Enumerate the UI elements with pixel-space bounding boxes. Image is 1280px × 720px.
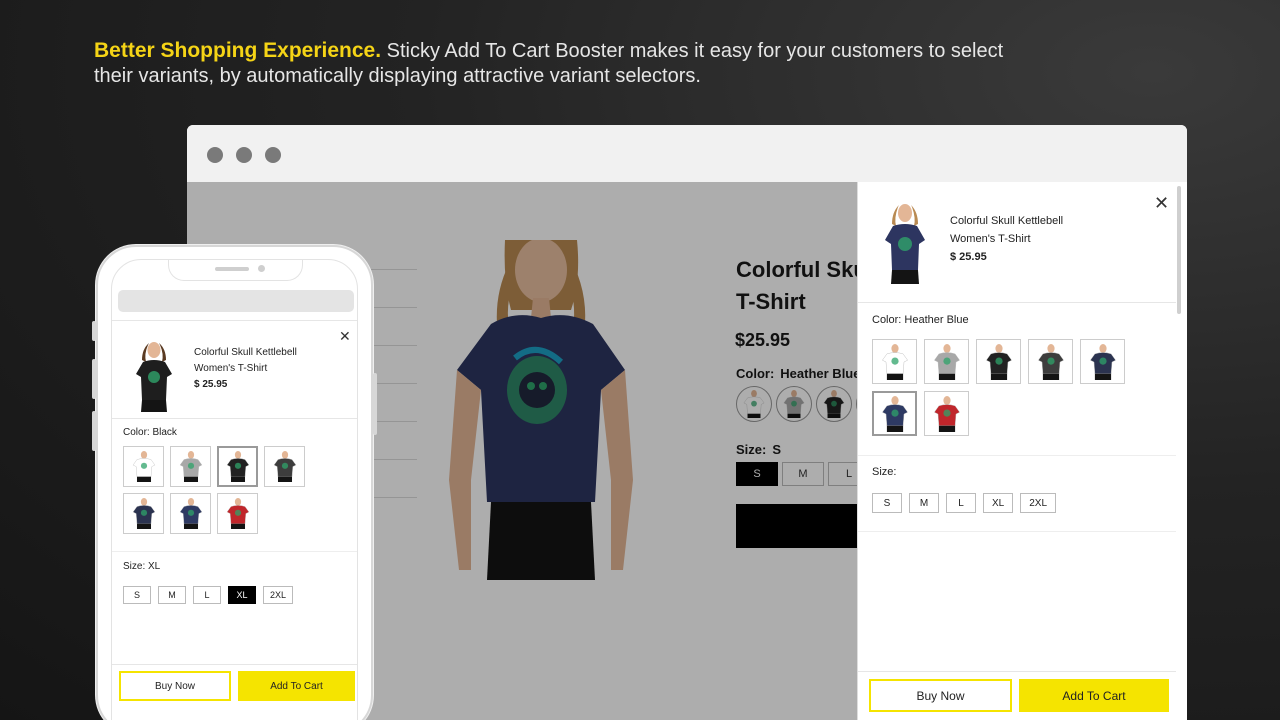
tshirt-icon — [1089, 343, 1116, 380]
drawer-product-name-1: Colorful Skull Kettlebell — [950, 215, 1064, 227]
divider — [858, 671, 1176, 672]
color-swatch[interactable] — [1028, 339, 1073, 384]
phone-actions: Buy Now Add To Cart — [119, 671, 355, 701]
size-option-l[interactable]: L — [193, 586, 221, 604]
phone-notch — [168, 260, 303, 281]
color-swatch[interactable] — [872, 339, 917, 384]
phone-address-bar[interactable] — [118, 290, 354, 312]
drawer-product-price: $ 25.95 — [950, 251, 987, 263]
headline: Better Shopping Experience. Sticky Add T… — [94, 38, 1014, 89]
phone-mute-switch — [92, 321, 96, 341]
browser-title-bar — [187, 125, 1187, 182]
phone-buy-now-button[interactable]: Buy Now — [119, 671, 231, 701]
size-option-xl[interactable]: XL — [228, 586, 256, 604]
color-swatch[interactable] — [123, 446, 164, 487]
headline-strong: Better Shopping Experience. — [94, 39, 382, 62]
drawer-color-swatches — [872, 339, 1172, 436]
phone-screen: ✕ Colorful Skull Kettlebell Women's T-Sh… — [111, 259, 358, 720]
tshirt-icon — [179, 450, 202, 483]
size-option-m[interactable]: M — [158, 586, 186, 604]
drawer-product-info: Colorful Skull Kettlebell Women's T-Shir… — [950, 212, 1063, 266]
size-option-2xl[interactable]: 2XL — [1020, 493, 1057, 513]
phone-speaker — [215, 267, 249, 271]
divider — [112, 418, 357, 419]
tshirt-icon — [881, 395, 908, 432]
divider — [112, 320, 357, 321]
phone-mockup: ✕ Colorful Skull Kettlebell Women's T-Sh… — [92, 245, 377, 720]
color-swatch[interactable] — [170, 446, 211, 487]
color-swatch[interactable] — [123, 493, 164, 534]
color-swatch[interactable] — [872, 391, 917, 436]
drawer-product-name-2: Women's T-Shirt — [950, 233, 1031, 245]
size-option-s[interactable]: S — [872, 493, 902, 513]
size-option-m[interactable]: M — [909, 493, 939, 513]
phone-power-button — [373, 373, 377, 435]
color-swatch[interactable] — [264, 446, 305, 487]
drawer-product-thumbnail — [885, 204, 925, 284]
phone-close-icon[interactable]: ✕ — [339, 329, 351, 343]
phone-size-options: S M L XL 2XL — [123, 586, 294, 604]
color-swatch[interactable] — [217, 493, 258, 534]
size-option-xl[interactable]: XL — [983, 493, 1014, 513]
tshirt-icon — [933, 343, 960, 380]
phone-camera-icon — [258, 265, 265, 272]
phone-product-price: $ 25.95 — [194, 379, 228, 390]
tshirt-icon — [273, 450, 296, 483]
drawer-size-label: Size: — [872, 466, 897, 478]
divider — [112, 664, 357, 665]
color-swatch[interactable] — [976, 339, 1021, 384]
phone-color-swatches — [123, 446, 313, 534]
color-swatch[interactable] — [924, 391, 969, 436]
drawer-buy-now-button[interactable]: Buy Now — [869, 679, 1012, 712]
tshirt-icon — [881, 343, 908, 380]
drawer-product-header: Colorful Skull Kettlebell Women's T-Shir… — [858, 182, 1176, 303]
tshirt-icon — [179, 497, 202, 530]
window-maximize-dot[interactable] — [265, 147, 281, 163]
drawer-color-label: Color: Heather Blue — [872, 314, 969, 326]
color-swatch[interactable] — [217, 446, 258, 487]
tshirt-icon — [933, 395, 960, 432]
phone-volume-down — [92, 411, 96, 451]
phone-volume-up — [92, 359, 96, 399]
window-close-dot[interactable] — [207, 147, 223, 163]
drawer-scrollbar[interactable] — [1177, 186, 1181, 314]
size-option-2xl[interactable]: 2XL — [263, 586, 294, 604]
window-minimize-dot[interactable] — [236, 147, 252, 163]
tshirt-icon — [985, 343, 1012, 380]
phone-product-name-1: Colorful Skull Kettlebell — [194, 347, 297, 358]
color-swatch[interactable] — [924, 339, 969, 384]
sticky-cart-drawer: Colorful Skull Kettlebell Women's T-Shir… — [857, 182, 1187, 720]
drawer-actions: Buy Now Add To Cart — [869, 679, 1169, 712]
size-option-l[interactable]: L — [946, 493, 976, 513]
divider — [858, 455, 1176, 456]
divider — [112, 551, 357, 552]
drawer-add-to-cart-button[interactable]: Add To Cart — [1019, 679, 1169, 712]
color-swatch[interactable] — [170, 493, 211, 534]
tshirt-icon — [226, 450, 249, 483]
drawer-close-icon[interactable]: ✕ — [1154, 194, 1169, 212]
phone-size-label: Size: XL — [123, 561, 161, 572]
phone-product-name-2: Women's T-Shirt — [194, 363, 268, 374]
tshirt-icon — [132, 450, 155, 483]
phone-color-label: Color: Black — [123, 427, 177, 438]
drawer-size-options: S M L XL 2XL — [872, 493, 1057, 513]
color-swatch[interactable] — [1080, 339, 1125, 384]
phone-product-thumbnail — [136, 342, 172, 412]
phone-add-to-cart-button[interactable]: Add To Cart — [238, 671, 355, 701]
tshirt-icon — [1037, 343, 1064, 380]
phone-product-info: Colorful Skull Kettlebell Women's T-Shir… — [194, 345, 297, 393]
size-option-s[interactable]: S — [123, 586, 151, 604]
tshirt-icon — [132, 497, 155, 530]
divider — [858, 531, 1176, 532]
tshirt-icon — [226, 497, 249, 530]
